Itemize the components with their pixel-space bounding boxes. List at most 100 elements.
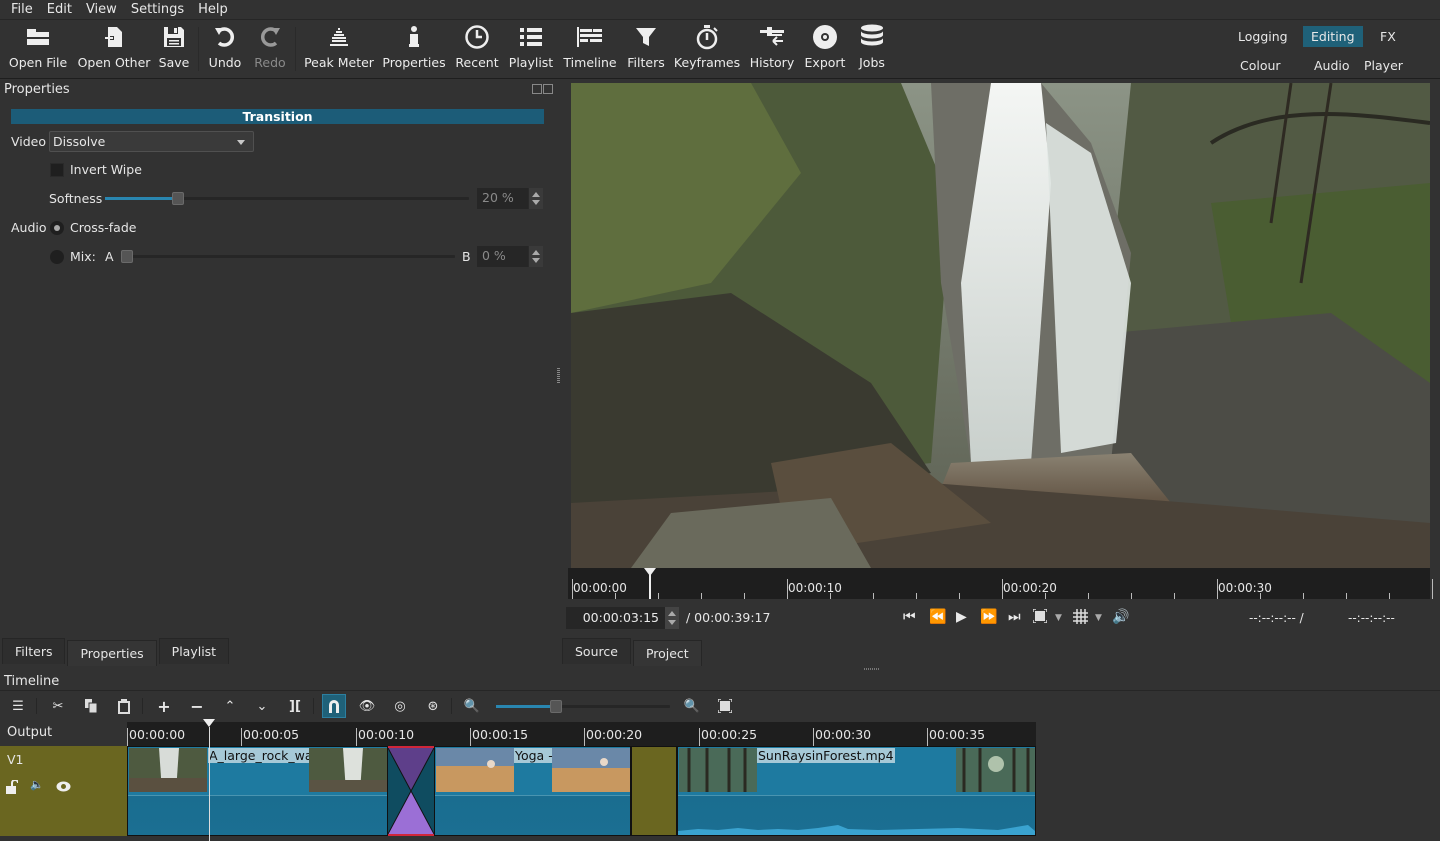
tab-filters[interactable]: Filters	[2, 638, 66, 664]
append-icon[interactable]: +	[152, 694, 176, 718]
layout-colour[interactable]: Colour	[1232, 55, 1289, 76]
open-file-button[interactable]: Open File	[8, 21, 68, 77]
timeline-playhead-marker-icon[interactable]	[203, 719, 215, 727]
peak-meter-button[interactable]: Peak Meter	[303, 21, 375, 77]
menu-help[interactable]: Help	[191, 2, 235, 17]
menu-settings[interactable]: Settings	[124, 2, 191, 17]
volume-icon[interactable]: 🔊	[1112, 609, 1129, 625]
zoom-out-icon[interactable]: 🔍	[460, 694, 484, 718]
open-other-button[interactable]: Open Other	[78, 21, 150, 77]
recent-button[interactable]: Recent	[454, 21, 500, 77]
dissolve-transition[interactable]	[388, 746, 434, 836]
mix-radio[interactable]	[50, 250, 64, 264]
softness-slider-fill	[105, 197, 178, 200]
crossfade-radio[interactable]	[50, 221, 64, 235]
layout-editing[interactable]: Editing	[1303, 26, 1363, 47]
spin-buttons[interactable]	[528, 246, 543, 267]
snap-magnet-icon[interactable]	[322, 694, 346, 718]
rewind-icon[interactable]: ⏪	[929, 609, 946, 625]
lift-icon[interactable]: ⌃	[218, 694, 242, 718]
panel-splitter[interactable]	[557, 368, 560, 384]
split-icon[interactable]: ][	[283, 694, 307, 718]
export-button[interactable]: Export	[803, 21, 847, 77]
mute-icon[interactable]: 🔈	[30, 778, 44, 791]
zoom-dropdown-icon[interactable]: ▼	[1055, 613, 1062, 623]
splitter-handle[interactable]	[864, 668, 880, 670]
hide-eye-icon[interactable]	[56, 780, 71, 795]
mix-slider[interactable]	[121, 250, 455, 263]
menu-view[interactable]: View	[79, 2, 124, 17]
v1-track-header[interactable]: V1 🔈	[0, 746, 127, 836]
ripple-icon[interactable]: ◎	[388, 694, 412, 718]
overwrite-icon[interactable]: ⌄	[250, 694, 274, 718]
mix-slider-handle[interactable]	[121, 250, 133, 263]
zoom-fit-timeline-icon[interactable]	[713, 694, 737, 718]
tab-source[interactable]: Source	[562, 638, 631, 664]
zoom-fit-icon[interactable]	[1032, 608, 1048, 627]
timeline-clip[interactable]: A_large_rock_waterfall.mp4	[127, 746, 388, 836]
filters-button[interactable]: Filters	[626, 21, 666, 77]
current-timecode-input[interactable]: 00:00:03:15	[566, 607, 679, 629]
copy-icon[interactable]	[79, 694, 103, 718]
spin-up-icon[interactable]	[532, 192, 540, 197]
zoom-in-icon[interactable]: 🔍	[680, 694, 704, 718]
timeline-zoom-slider[interactable]	[496, 700, 670, 713]
float-panel-icon[interactable]	[532, 84, 542, 94]
timeline-clip[interactable]: SunRaysinForest.mp4	[677, 746, 1036, 836]
jobs-button[interactable]: Jobs	[853, 21, 891, 77]
spin-down-icon[interactable]	[532, 258, 540, 263]
spin-buttons[interactable]	[528, 188, 543, 209]
spin-down-icon[interactable]	[668, 620, 676, 625]
grid-dropdown-icon[interactable]: ▼	[1095, 613, 1102, 623]
grid-icon[interactable]	[1073, 609, 1088, 628]
spin-up-icon[interactable]	[532, 250, 540, 255]
timeline-playhead[interactable]	[209, 727, 210, 841]
paste-icon[interactable]	[112, 694, 136, 718]
spin-up-icon[interactable]	[668, 611, 676, 616]
skip-to-start-icon[interactable]: ⏮	[903, 609, 916, 625]
tab-properties[interactable]: Properties	[67, 640, 157, 666]
zoom-slider-handle[interactable]	[550, 700, 562, 713]
blank-gap[interactable]	[631, 746, 677, 836]
mix-spinbox[interactable]: 0 %	[477, 246, 543, 267]
timeline-button[interactable]: Timeline	[562, 21, 618, 77]
close-panel-icon[interactable]	[543, 84, 553, 94]
player-ruler[interactable]: 00:00:00 00:00:10 00:00:20 00:00:30	[568, 568, 1433, 599]
invert-wipe-checkbox[interactable]	[50, 163, 64, 177]
play-icon[interactable]: ▶	[956, 609, 967, 625]
redo-button[interactable]: Redo	[252, 21, 288, 77]
menu-file[interactable]: File	[4, 2, 40, 17]
playlist-button[interactable]: Playlist	[508, 21, 554, 77]
layout-audio[interactable]: Audio	[1306, 55, 1358, 76]
player-playhead[interactable]	[649, 572, 651, 599]
spin-down-icon[interactable]	[532, 200, 540, 205]
layout-player[interactable]: Player	[1356, 55, 1411, 76]
scrub-eye-icon[interactable]: 👁	[355, 694, 379, 718]
properties-button[interactable]: Properties	[382, 21, 446, 77]
tab-playlist[interactable]: Playlist	[158, 638, 230, 664]
skip-to-end-icon[interactable]: ⏭	[1008, 609, 1021, 625]
remove-icon[interactable]: −	[185, 694, 209, 718]
history-button[interactable]: History	[748, 21, 796, 77]
layout-fx[interactable]: FX	[1372, 26, 1404, 47]
tab-project[interactable]: Project	[632, 640, 702, 666]
save-button[interactable]: Save	[156, 21, 192, 77]
undo-button[interactable]: Undo	[205, 21, 245, 77]
cut-icon[interactable]: ✂	[46, 694, 70, 718]
fast-forward-icon[interactable]: ⏩	[980, 609, 997, 625]
timeline-menu-icon[interactable]: ☰	[6, 694, 30, 718]
timeline-ruler[interactable]: 00:00:00 00:00:05 00:00:10 00:00:15 00:0…	[127, 722, 1036, 746]
ripple-all-icon[interactable]: ⊛	[421, 694, 445, 718]
softness-slider-handle[interactable]	[171, 192, 184, 205]
lock-icon[interactable]	[6, 779, 19, 797]
video-preview[interactable]	[571, 83, 1430, 568]
softness-spinbox[interactable]: 20 %	[477, 188, 543, 209]
menu-edit[interactable]: Edit	[40, 2, 79, 17]
timecode-spin-buttons[interactable]	[665, 607, 679, 629]
video-transition-select[interactable]: Dissolve	[49, 131, 254, 152]
softness-slider[interactable]	[105, 192, 469, 205]
keyframes-button[interactable]: Keyframes	[674, 21, 740, 77]
timeline-clip[interactable]: Yoga - 445.mp4	[434, 746, 631, 836]
playhead-marker-icon[interactable]	[644, 568, 656, 576]
layout-logging[interactable]: Logging	[1230, 26, 1296, 47]
